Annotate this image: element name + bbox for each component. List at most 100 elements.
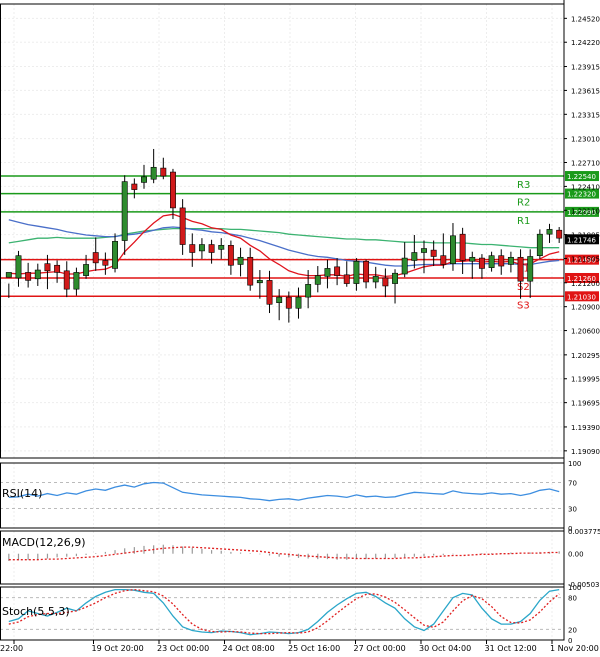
y-tick-label: 1.20900 <box>571 304 600 312</box>
rsi-tick-label: 30 <box>568 506 577 514</box>
y-tick-label: 1.22110 <box>571 207 600 215</box>
x-tick-label: 24 Oct 08:00 <box>223 644 275 653</box>
candle-up <box>421 248 427 253</box>
rsi-label: RSI(14) <box>2 487 42 500</box>
x-tick-label: 25 Oct 16:00 <box>288 644 340 653</box>
y-tick-label: 1.19390 <box>571 424 600 432</box>
candle-up <box>141 176 147 183</box>
stoch-tick-label: 100 <box>568 584 581 592</box>
y-tick-label: 1.23615 <box>571 87 600 95</box>
x-tick-label: 27 Oct 00:00 <box>354 644 406 653</box>
current-price-label: 1.21746 <box>567 236 596 244</box>
candle-up <box>469 256 476 262</box>
candle-up <box>536 233 543 256</box>
candle-down <box>498 255 505 267</box>
level-name-r1: R1 <box>517 216 530 227</box>
candle-down <box>227 245 234 266</box>
candle-down <box>25 272 32 281</box>
y-tick-label: 1.24220 <box>571 39 600 47</box>
candle-down <box>170 171 176 209</box>
candle-down <box>54 264 61 273</box>
x-tick-label: 1 Nov 20:00 <box>550 644 599 653</box>
candle-down <box>478 257 485 269</box>
candle-up <box>314 275 321 285</box>
candle-up <box>34 269 41 280</box>
candle-down <box>363 260 370 283</box>
candle-down <box>440 255 447 265</box>
y-tick-label: 1.21200 <box>571 280 600 288</box>
y-tick-label: 1.21505 <box>571 255 600 263</box>
y-tick-label: 1.19090 <box>571 448 600 456</box>
candle-up <box>5 272 12 278</box>
candle-down <box>179 207 186 245</box>
candle-down <box>247 256 254 286</box>
chart-background <box>0 0 600 657</box>
candle-up <box>15 255 22 279</box>
x-tick-label: 22:00 <box>0 644 23 653</box>
y-tick-label: 1.23915 <box>571 64 600 72</box>
x-tick-label: 30 Oct 04:00 <box>419 644 471 653</box>
candle-down <box>63 270 70 290</box>
candle-up <box>73 272 80 290</box>
candle-down <box>131 183 138 190</box>
candle-up <box>353 260 360 284</box>
candle-up <box>218 245 225 250</box>
stoch-tick-label: 80 <box>568 595 577 603</box>
level-price-label-r3: 1.22540 <box>567 173 596 181</box>
candle-up <box>401 257 408 275</box>
candle-up <box>112 241 118 269</box>
candle-down <box>208 244 215 253</box>
candle-down <box>160 167 167 177</box>
y-tick-label: 1.24520 <box>571 15 600 23</box>
candle-down <box>459 233 466 261</box>
level-price-label-s3: 1.21030 <box>567 293 596 301</box>
x-tick-label: 23 Oct 00:00 <box>157 644 209 653</box>
candle-up <box>411 252 418 261</box>
candle-down <box>382 277 389 287</box>
candle-up <box>121 181 128 241</box>
rsi-tick-label: 70 <box>568 480 577 488</box>
candle-up <box>305 284 312 298</box>
candle-down <box>92 252 99 264</box>
macd-tick-label: 0.00 <box>568 551 584 559</box>
candle-up <box>450 235 456 264</box>
candle-up <box>276 296 283 303</box>
level-name-s3: S3 <box>517 300 530 311</box>
y-tick-label: 1.23010 <box>571 136 600 144</box>
y-tick-label: 1.22710 <box>571 160 600 168</box>
candle-up <box>256 280 263 284</box>
candle-up <box>198 244 205 252</box>
candle-down <box>556 229 563 239</box>
candle-down <box>343 274 350 284</box>
level-name-r3: R3 <box>517 180 530 191</box>
y-tick-label: 1.20600 <box>571 328 600 336</box>
candle-down <box>102 260 109 266</box>
candle-up <box>83 264 90 276</box>
candle-up <box>150 166 157 180</box>
stoch-tick-label: 20 <box>568 626 577 634</box>
candle-down <box>285 296 292 309</box>
candle-up <box>507 256 514 265</box>
macd-tick-label: 0.003775 <box>568 528 600 536</box>
candle-up <box>237 256 244 265</box>
y-tick-label: 1.19995 <box>571 376 600 384</box>
y-tick-label: 1.23315 <box>571 111 600 119</box>
candle-up <box>488 255 495 268</box>
x-tick-label: 31 Oct 12:00 <box>485 644 537 653</box>
rsi-tick-label: 100 <box>568 460 581 468</box>
level-name-r2: R2 <box>517 198 530 209</box>
stoch-label: Stoch(5,5,3) <box>2 605 70 618</box>
candle-up <box>546 229 553 235</box>
forex-chart[interactable]: R31.22540R21.22320R11.22090S11.21490S21.… <box>0 0 600 657</box>
y-tick-label: 1.22410 <box>571 183 600 191</box>
candle-up <box>527 256 534 282</box>
level-name-s2: S2 <box>517 282 530 293</box>
candle-up <box>392 272 398 284</box>
candle-down <box>334 266 341 276</box>
x-tick-label: 19 Oct 20:00 <box>92 644 144 653</box>
candle-up <box>295 296 302 309</box>
candle-down <box>44 263 51 272</box>
macd-label: MACD(12,26,9) <box>2 536 86 549</box>
candle-up <box>372 276 379 283</box>
level-price-label-r2: 1.22320 <box>567 191 596 199</box>
